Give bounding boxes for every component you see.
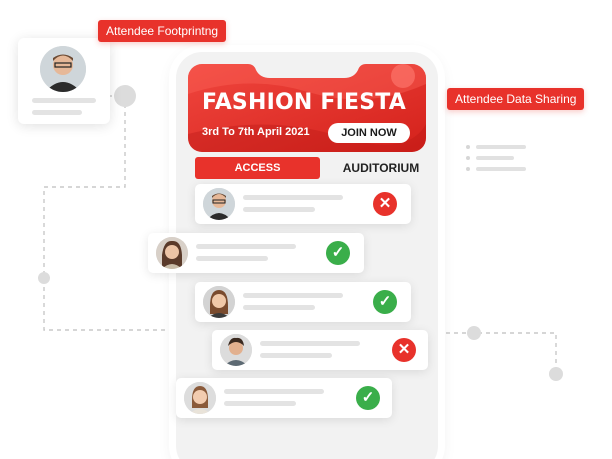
tab-auditorium[interactable]: AUDITORIUM bbox=[339, 157, 423, 179]
close-icon: ✕ bbox=[373, 192, 397, 216]
check-icon: ✓ bbox=[373, 290, 397, 314]
close-icon: ✕ bbox=[392, 338, 416, 362]
event-title: FASHION FIESTA bbox=[202, 90, 406, 115]
avatar bbox=[156, 237, 188, 269]
avatar bbox=[40, 46, 86, 92]
check-icon: ✓ bbox=[356, 386, 380, 410]
join-now-button[interactable]: JOIN NOW bbox=[328, 123, 410, 143]
attendee-card[interactable]: ✕ bbox=[195, 184, 411, 224]
avatar bbox=[184, 382, 216, 414]
attendee-card[interactable]: ✓ bbox=[195, 282, 411, 322]
attendee-card[interactable]: ✓ bbox=[148, 233, 364, 273]
event-date: 3rd To 7th April 2021 bbox=[202, 126, 310, 138]
illustration: FASHION FIESTA 3rd To 7th April 2021 JOI… bbox=[0, 0, 612, 459]
attendee-footprinting-label: Attendee Footprintng bbox=[98, 20, 227, 42]
avatar bbox=[203, 286, 235, 318]
profile-card bbox=[18, 38, 110, 124]
event-banner: FASHION FIESTA 3rd To 7th April 2021 JOI… bbox=[188, 64, 426, 152]
avatar bbox=[220, 334, 252, 366]
attendee-card[interactable]: ✓ bbox=[176, 378, 392, 418]
attendee-card[interactable]: ✕ bbox=[212, 330, 428, 370]
attendee-data-sharing-label: Attendee Data Sharing bbox=[447, 88, 585, 110]
list-icon bbox=[466, 145, 526, 171]
check-icon: ✓ bbox=[326, 241, 350, 265]
tab-access-management[interactable]: ACCESS MANAGEMENT bbox=[195, 157, 320, 196]
avatar bbox=[203, 188, 235, 220]
